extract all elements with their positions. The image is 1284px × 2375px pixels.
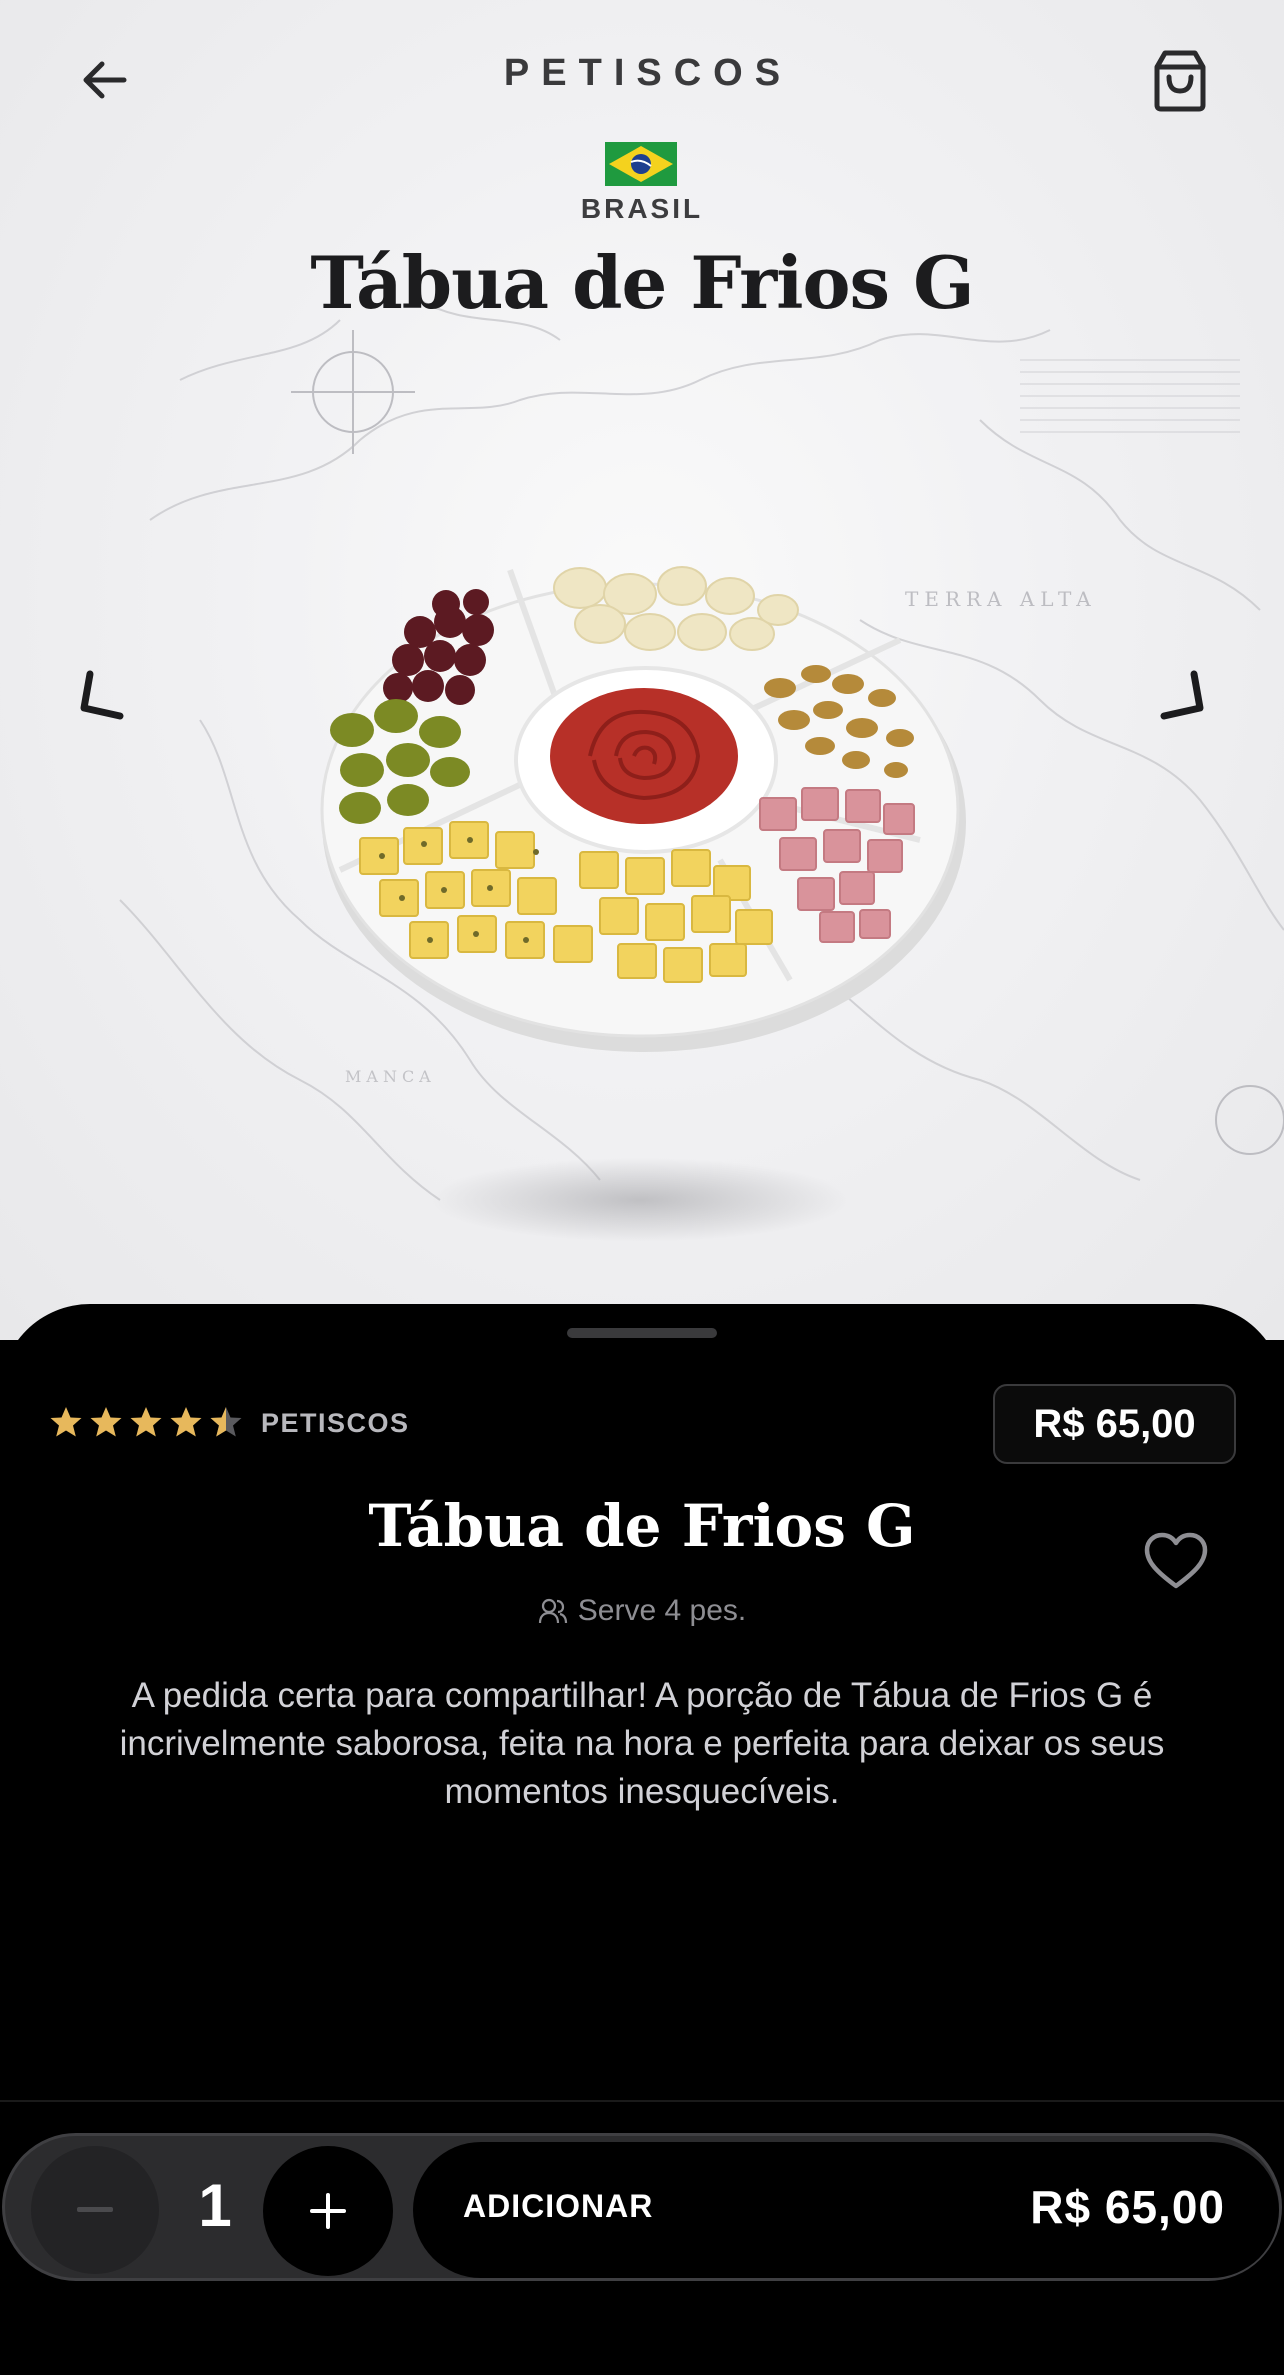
product-details-sheet: PETISCOS R$ 65,00 Tábua de Frios G Serve… xyxy=(0,1304,1284,2104)
product-hero: TERRA ALTA MANCA PETISCOS BRASIL Tábua d… xyxy=(0,0,1284,1340)
price-badge: R$ 65,00 xyxy=(993,1384,1236,1464)
star-icon xyxy=(170,1407,202,1437)
previous-image-button[interactable] xyxy=(70,660,140,730)
page-title: PETISCOS xyxy=(503,52,793,94)
sheet-drag-handle[interactable] xyxy=(567,1328,717,1338)
heart-icon xyxy=(1144,1532,1208,1589)
cart-button[interactable] xyxy=(1140,40,1220,120)
increase-quantity-button[interactable] xyxy=(263,2146,393,2276)
brazil-flag-icon xyxy=(605,142,677,186)
rating-stars xyxy=(48,1404,244,1440)
people-icon xyxy=(538,1598,567,1624)
decrease-quantity-button[interactable] xyxy=(31,2146,159,2274)
add-to-cart-button[interactable]: ADICIONAR R$ 65,00 xyxy=(413,2142,1279,2278)
product-category: PETISCOS xyxy=(261,1408,410,1438)
minus-icon xyxy=(77,2207,113,2212)
product-title: Tábua de Frios G xyxy=(368,1492,916,1560)
next-image-button[interactable] xyxy=(1144,660,1214,730)
charcuterie-platter-image xyxy=(320,566,966,1242)
quantity-value: 1 xyxy=(198,2172,232,2239)
star-icon xyxy=(130,1407,162,1437)
star-icon xyxy=(50,1407,82,1437)
add-button-label: ADICIONAR xyxy=(463,2188,654,2224)
shopping-bag-icon xyxy=(1154,50,1206,112)
top-bar: PETISCOS xyxy=(0,0,1284,150)
country-label: BRASIL xyxy=(580,193,704,224)
add-button-total: R$ 65,00 xyxy=(1030,2181,1225,2233)
product-description: A pedida certa para compartilhar! A porç… xyxy=(119,1676,1165,1811)
add-to-cart-bar: 1 ADICIONAR R$ 65,00 xyxy=(2,2133,1282,2281)
star-icon xyxy=(90,1407,122,1437)
serves-label: Serve 4 pes. xyxy=(577,1594,747,1627)
star-half-icon xyxy=(210,1407,242,1437)
favorite-button[interactable] xyxy=(1138,1526,1214,1596)
plus-icon xyxy=(310,2193,346,2229)
serves-info: Serve 4 pes. xyxy=(0,1594,1284,1628)
hero-title: Tábua de Frios G xyxy=(310,240,974,325)
divider xyxy=(0,2100,1284,2102)
